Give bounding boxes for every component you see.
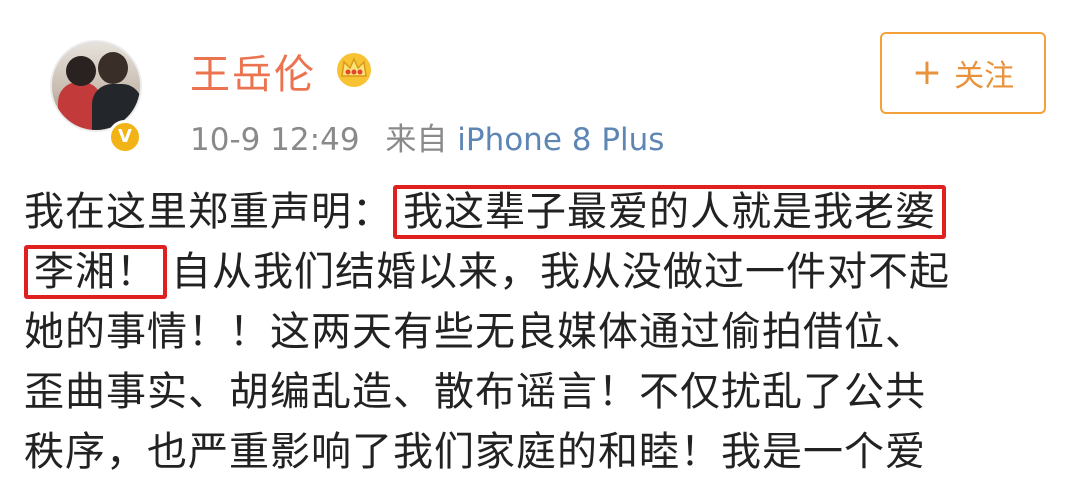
verified-badge-icon: V xyxy=(108,120,142,154)
post-line-2: 李湘！ 自从我们结婚以来，我从没做过一件对不起 xyxy=(24,242,1064,302)
highlight-box: 我这辈子最爱的人就是我老婆 xyxy=(393,185,946,239)
post-text-segment: 我在这里郑重声明： xyxy=(24,189,393,235)
follow-button[interactable]: + 关注 xyxy=(880,32,1046,114)
post-line-5: 秩序，也严重影响了我们家庭的和睦！我是一个爱 xyxy=(24,429,926,475)
highlight-box: 李湘！ xyxy=(24,245,167,299)
post-text-segment: 自从我们结婚以来，我从没做过一件对不起 xyxy=(171,249,950,295)
from-label: 来自 xyxy=(385,122,448,158)
post-line-3: 她的事情！！这两天有些无良媒体通过偷拍借位、 xyxy=(24,309,926,355)
post-time: 10-9 12:49 xyxy=(190,122,360,158)
post-line-1: 我在这里郑重声明： 我这辈子最爱的人就是我老婆 xyxy=(24,182,1064,242)
plus-icon: + xyxy=(911,52,943,93)
follow-label: 关注 xyxy=(954,59,1015,94)
post-source-link[interactable]: iPhone 8 Plus xyxy=(457,122,664,158)
post-body: 我在这里郑重声明： 我这辈子最爱的人就是我老婆 李湘！ 自从我们结婚以来，我从没做过… xyxy=(24,182,1064,482)
post-line-4: 歪曲事实、胡编乱造、散布谣言！不仅扰乱了公共 xyxy=(24,369,926,415)
post-meta: 10-9 12:49 来自 iPhone 8 Plus xyxy=(190,114,664,159)
avatar[interactable] xyxy=(50,40,142,132)
username[interactable]: 王岳伦 xyxy=(190,42,316,100)
crown-vip-icon xyxy=(337,53,371,87)
